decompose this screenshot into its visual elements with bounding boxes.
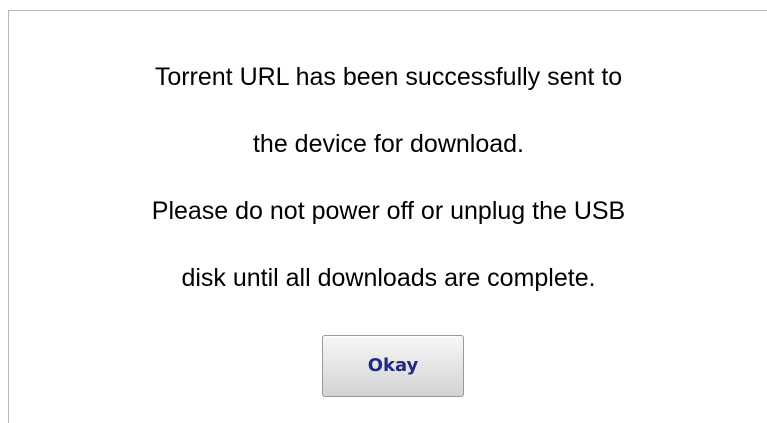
message-line-3: Please do not power off or unplug the US…: [151, 197, 626, 225]
okay-button[interactable]: Okay: [322, 335, 464, 397]
message-line-4: disk until all downloads are complete.: [181, 264, 596, 292]
message-line-1: Torrent URL has been successfully sent t…: [154, 63, 623, 91]
notification-dialog: Torrent URL has been successfully sent t…: [8, 10, 767, 423]
message-line-2: the device for download.: [252, 130, 524, 158]
